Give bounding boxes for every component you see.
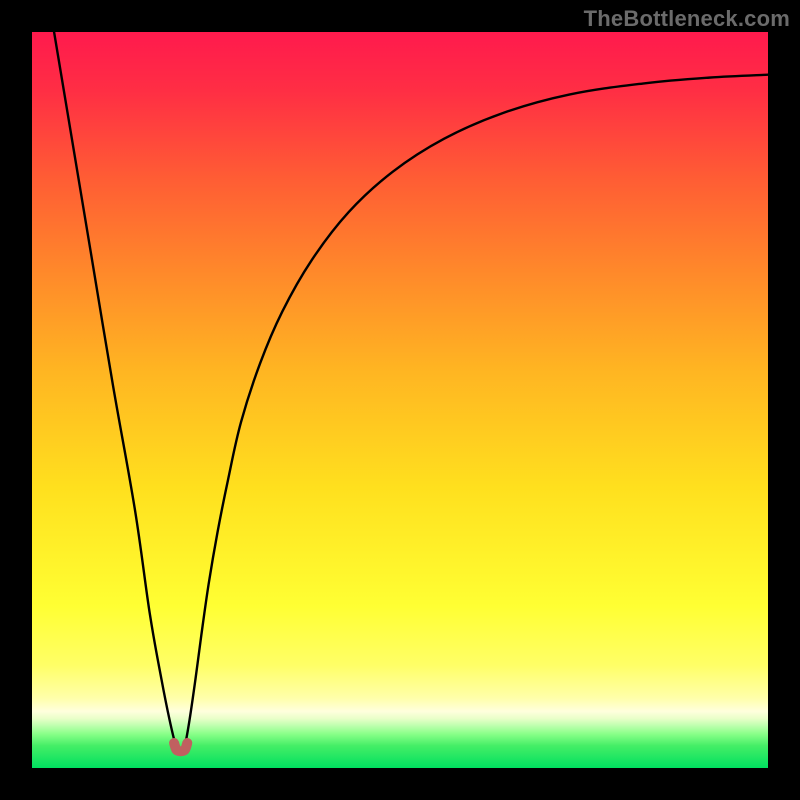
attribution-label: TheBottleneck.com [584,6,790,32]
minimum-marker [174,743,187,751]
chart-frame: TheBottleneck.com [0,0,800,800]
curve-layer [32,32,768,768]
bottleneck-curve [54,32,768,751]
plot-area [32,32,768,768]
